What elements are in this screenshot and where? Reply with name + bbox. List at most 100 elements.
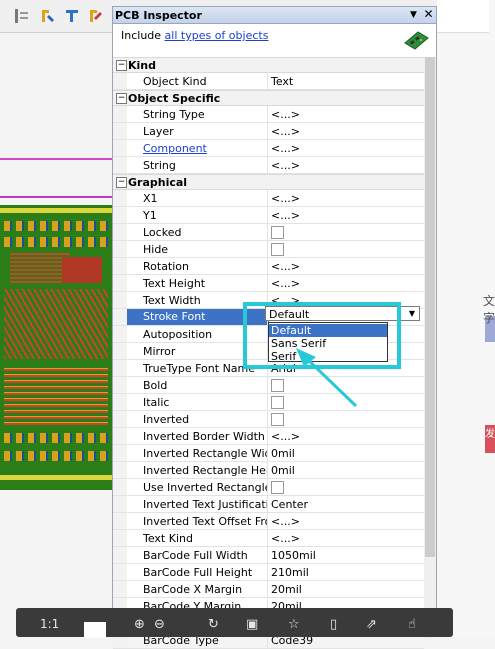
- column-separator: [267, 157, 268, 173]
- column-separator: [267, 207, 268, 223]
- edit-tool-icon[interactable]: [88, 8, 104, 24]
- property-row[interactable]: Use Inverted Rectangle: [113, 479, 424, 496]
- dropdown-arrow-icon[interactable]: ▼: [410, 10, 417, 20]
- property-row[interactable]: Inverted Border Width <...>: [113, 428, 424, 445]
- route-tool-icon[interactable]: [64, 8, 80, 24]
- property-value[interactable]: <...>: [271, 192, 300, 205]
- property-row[interactable]: X1 <...>: [113, 190, 424, 207]
- section-header[interactable]: − Object Specific: [113, 90, 424, 106]
- property-value[interactable]: <...>: [271, 108, 300, 121]
- property-checkbox[interactable]: [271, 243, 284, 256]
- property-checkbox[interactable]: [271, 413, 284, 426]
- collapse-toggle-icon[interactable]: −: [116, 60, 127, 71]
- property-row[interactable]: Hide: [113, 241, 424, 258]
- property-value[interactable]: <...>: [271, 515, 300, 528]
- property-row[interactable]: Text Height <...>: [113, 275, 424, 292]
- pick-tool-icon[interactable]: [40, 8, 56, 24]
- property-row[interactable]: String <...>: [113, 157, 424, 174]
- column-separator: [267, 581, 268, 597]
- property-row[interactable]: Rotation <...>: [113, 258, 424, 275]
- board-outline-line: [0, 158, 112, 160]
- pcb-pad-row: [4, 237, 108, 247]
- row-gutter: [113, 157, 127, 173]
- zoom-in-icon[interactable]: ⊕: [134, 617, 145, 635]
- row-gutter: [113, 73, 127, 89]
- panel-title: PCB Inspector: [115, 9, 202, 22]
- property-row[interactable]: Bold: [113, 377, 424, 394]
- property-value[interactable]: <...>: [271, 430, 300, 443]
- property-row[interactable]: Component <...>: [113, 140, 424, 157]
- property-checkbox[interactable]: [271, 379, 284, 392]
- property-value[interactable]: <...>: [271, 125, 300, 138]
- zoom-ratio-label[interactable]: 1:1: [40, 617, 59, 635]
- property-value[interactable]: <...>: [271, 209, 300, 222]
- property-name-link[interactable]: Component: [143, 142, 267, 155]
- property-checkbox[interactable]: [271, 481, 284, 494]
- pcb-pad-row: [4, 451, 108, 461]
- row-gutter: [113, 106, 127, 122]
- property-value[interactable]: <...>: [271, 532, 300, 545]
- section-header[interactable]: − Graphical: [113, 174, 424, 190]
- row-gutter: [113, 564, 127, 580]
- toolbar-tool-icon[interactable]: [14, 8, 30, 24]
- property-value[interactable]: 20mil: [271, 583, 302, 596]
- panel-title-bar[interactable]: PCB Inspector ▼ ✕: [113, 7, 436, 24]
- row-gutter: [113, 479, 127, 495]
- property-name: Layer: [143, 125, 174, 138]
- collapse-toggle-icon[interactable]: −: [116, 93, 127, 104]
- close-icon[interactable]: ✕: [422, 7, 435, 22]
- column-separator: [267, 377, 268, 393]
- column-separator: [267, 275, 268, 291]
- section-label: Object Specific: [128, 92, 221, 105]
- thumbs-up-icon[interactable]: ☝: [408, 617, 416, 635]
- fullscreen-icon[interactable]: [84, 622, 106, 638]
- section-header[interactable]: − Kind: [113, 57, 424, 73]
- panel-scrollbar[interactable]: [424, 57, 436, 638]
- property-row[interactable]: BarCode Full Width 1050mil: [113, 547, 424, 564]
- scrollbar-thumb[interactable]: [425, 57, 435, 557]
- property-row[interactable]: BarCode X Margin 20mil: [113, 581, 424, 598]
- property-value[interactable]: 1050mil: [271, 549, 316, 562]
- property-checkbox[interactable]: [271, 226, 284, 239]
- property-value[interactable]: 0mil: [271, 464, 295, 477]
- rotate-icon[interactable]: ↻: [208, 617, 219, 635]
- pcb-canvas[interactable]: [0, 205, 112, 490]
- crop-icon[interactable]: ▯: [330, 617, 337, 635]
- property-value[interactable]: Center: [271, 498, 308, 511]
- row-gutter: [113, 140, 127, 156]
- background-right-header: [437, 0, 489, 33]
- property-value[interactable]: 210mil: [271, 566, 309, 579]
- property-row[interactable]: Italic: [113, 394, 424, 411]
- collapse-toggle-icon[interactable]: −: [116, 177, 127, 188]
- row-gutter: [113, 292, 127, 308]
- property-value[interactable]: <...>: [271, 260, 300, 273]
- property-row[interactable]: Layer <...>: [113, 123, 424, 140]
- property-row[interactable]: Object Kind Text: [113, 73, 424, 90]
- zoom-out-icon[interactable]: ⊖: [154, 617, 165, 635]
- property-row[interactable]: Inverted Text Justification Center: [113, 496, 424, 513]
- share-icon[interactable]: ⇗: [366, 617, 377, 635]
- property-value[interactable]: <...>: [271, 142, 300, 155]
- property-row[interactable]: Inverted Rectangle Hei... 0mil: [113, 462, 424, 479]
- property-row[interactable]: Inverted Text Offset Fro... <...>: [113, 513, 424, 530]
- property-row[interactable]: Text Kind <...>: [113, 530, 424, 547]
- save-icon[interactable]: ▣: [246, 617, 258, 635]
- property-row[interactable]: Y1 <...>: [113, 207, 424, 224]
- star-icon[interactable]: ☆: [288, 617, 300, 635]
- column-separator: [267, 564, 268, 580]
- property-value[interactable]: <...>: [271, 159, 300, 172]
- property-value[interactable]: 0mil: [271, 447, 295, 460]
- include-objects-link[interactable]: all types of objects: [165, 29, 269, 42]
- property-name: X1: [143, 192, 158, 205]
- property-checkbox[interactable]: [271, 396, 284, 409]
- property-value[interactable]: <...>: [271, 277, 300, 290]
- property-row[interactable]: Inverted: [113, 411, 424, 428]
- chevron-down-icon[interactable]: ▼: [405, 307, 419, 320]
- property-row[interactable]: String Type <...>: [113, 106, 424, 123]
- property-value[interactable]: Text: [271, 75, 293, 88]
- row-gutter: [113, 360, 127, 376]
- property-row[interactable]: Locked: [113, 224, 424, 241]
- property-row[interactable]: Inverted Rectangle Width 0mil: [113, 445, 424, 462]
- property-row[interactable]: BarCode Full Height 210mil: [113, 564, 424, 581]
- column-separator: [267, 479, 268, 495]
